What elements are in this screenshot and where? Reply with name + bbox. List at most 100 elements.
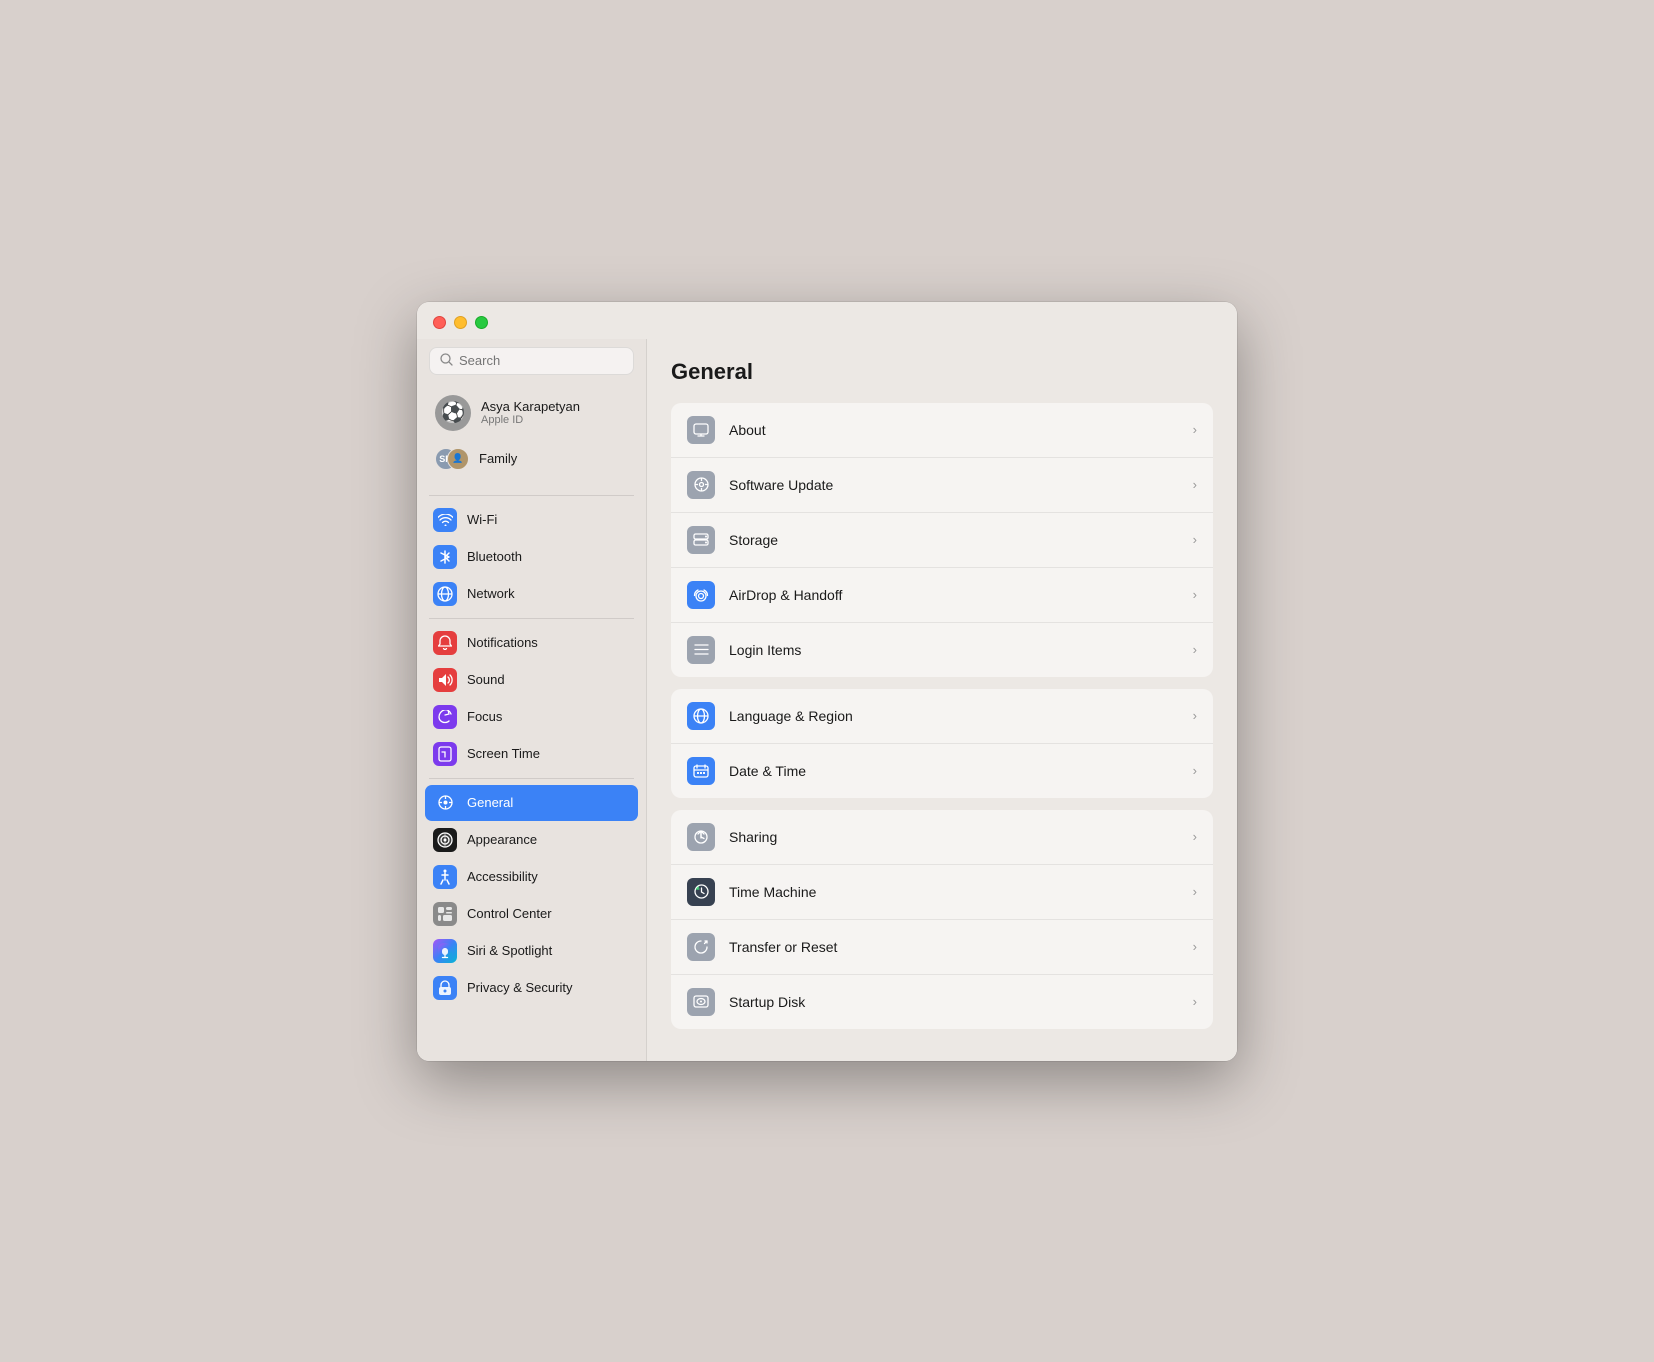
datetime-chevron: › xyxy=(1193,763,1197,778)
divider-3 xyxy=(429,778,634,779)
user-name: Asya Karapetyan xyxy=(481,399,580,414)
avatar: ⚽ xyxy=(435,395,471,431)
software-update-icon xyxy=(687,471,715,499)
sidebar-item-general[interactable]: General xyxy=(425,785,638,821)
login-items-label: Login Items xyxy=(729,642,1179,658)
language-label: Language & Region xyxy=(729,708,1179,724)
datetime-icon xyxy=(687,757,715,785)
airdrop-icon xyxy=(687,581,715,609)
time-machine-label: Time Machine xyxy=(729,884,1179,900)
settings-row-timemachine[interactable]: Time Machine › xyxy=(671,865,1213,920)
privacy-icon xyxy=(433,976,457,1000)
accessibility-icon xyxy=(433,865,457,889)
software-chevron: › xyxy=(1193,477,1197,492)
wifi-icon xyxy=(433,508,457,532)
divider-1 xyxy=(429,495,634,496)
sound-icon xyxy=(433,668,457,692)
search-input[interactable] xyxy=(459,353,623,368)
family-label: Family xyxy=(479,451,517,466)
sidebar-item-label-appearance: Appearance xyxy=(467,832,537,847)
user-subtitle: Apple ID xyxy=(481,414,580,426)
settings-row-transfer[interactable]: Transfer or Reset › xyxy=(671,920,1213,975)
sidebar-item-label-screentime: Screen Time xyxy=(467,746,540,761)
close-button[interactable] xyxy=(433,316,446,329)
page-title: General xyxy=(671,359,1213,385)
startup-chevron: › xyxy=(1193,994,1197,1009)
time-machine-icon xyxy=(687,878,715,906)
user-account-item[interactable]: ⚽ Asya Karapetyan Apple ID xyxy=(429,391,634,435)
sidebar-group-alerts: Notifications Sound xyxy=(417,625,646,772)
appearance-icon xyxy=(433,828,457,852)
airdrop-label: AirDrop & Handoff xyxy=(729,587,1179,603)
about-icon xyxy=(687,416,715,444)
sidebar-item-label-network: Network xyxy=(467,586,515,601)
settings-group-2: Language & Region › xyxy=(671,689,1213,798)
storage-chevron: › xyxy=(1193,532,1197,547)
divider-2 xyxy=(429,618,634,619)
sidebar-group-connectivity: Wi-Fi Bluetooth xyxy=(417,502,646,612)
network-icon xyxy=(433,582,457,606)
sidebar-item-notifications[interactable]: Notifications xyxy=(425,625,638,661)
language-chevron: › xyxy=(1193,708,1197,723)
sidebar-item-siri[interactable]: Siri & Spotlight xyxy=(425,933,638,969)
titlebar xyxy=(417,302,1237,339)
settings-row-datetime[interactable]: Date & Time › xyxy=(671,744,1213,798)
sharing-chevron: › xyxy=(1193,829,1197,844)
sidebar-item-controlcenter[interactable]: Control Center xyxy=(425,896,638,932)
sidebar-item-label-accessibility: Accessibility xyxy=(467,869,538,884)
settings-row-startup[interactable]: Startup Disk › xyxy=(671,975,1213,1029)
sidebar-item-privacy[interactable]: Privacy & Security xyxy=(425,970,638,1006)
maximize-button[interactable] xyxy=(475,316,488,329)
sidebar-item-label-notifications: Notifications xyxy=(467,635,538,650)
sidebar-item-label-siri: Siri & Spotlight xyxy=(467,943,552,958)
sidebar-item-focus[interactable]: Focus xyxy=(425,699,638,735)
sidebar-item-label-privacy: Privacy & Security xyxy=(467,980,572,995)
sidebar-item-bluetooth[interactable]: Bluetooth xyxy=(425,539,638,575)
transfer-icon xyxy=(687,933,715,961)
transfer-chevron: › xyxy=(1193,939,1197,954)
screentime-icon xyxy=(433,742,457,766)
settings-row-about[interactable]: About › xyxy=(671,403,1213,458)
login-chevron: › xyxy=(1193,642,1197,657)
sidebar-item-accessibility[interactable]: Accessibility xyxy=(425,859,638,895)
bluetooth-icon xyxy=(433,545,457,569)
software-update-label: Software Update xyxy=(729,477,1179,493)
control-center-icon xyxy=(433,902,457,926)
sidebar-item-label-general: General xyxy=(467,795,513,810)
settings-row-sharing[interactable]: Sharing › xyxy=(671,810,1213,865)
focus-icon xyxy=(433,705,457,729)
settings-group-1: About › Software Update xyxy=(671,403,1213,677)
settings-row-login[interactable]: Login Items › xyxy=(671,623,1213,677)
search-icon xyxy=(440,353,453,369)
sidebar: ⚽ Asya Karapetyan Apple ID SM 👤 Family xyxy=(417,339,647,1061)
search-bar[interactable] xyxy=(429,347,634,375)
sidebar-item-screentime[interactable]: Screen Time xyxy=(425,736,638,772)
settings-row-software[interactable]: Software Update › xyxy=(671,458,1213,513)
transfer-label: Transfer or Reset xyxy=(729,939,1179,955)
startup-disk-icon xyxy=(687,988,715,1016)
startup-disk-label: Startup Disk xyxy=(729,994,1179,1010)
timemachine-chevron: › xyxy=(1193,884,1197,899)
general-icon xyxy=(433,791,457,815)
settings-row-language[interactable]: Language & Region › xyxy=(671,689,1213,744)
sidebar-item-appearance[interactable]: Appearance xyxy=(425,822,638,858)
sidebar-item-label-controlcenter: Control Center xyxy=(467,906,552,921)
language-icon xyxy=(687,702,715,730)
sidebar-item-wifi[interactable]: Wi-Fi xyxy=(425,502,638,538)
minimize-button[interactable] xyxy=(454,316,467,329)
system-preferences-window: ⚽ Asya Karapetyan Apple ID SM 👤 Family xyxy=(417,302,1237,1061)
sharing-label: Sharing xyxy=(729,829,1179,845)
sidebar-item-network[interactable]: Network xyxy=(425,576,638,612)
settings-row-storage[interactable]: Storage › xyxy=(671,513,1213,568)
sidebar-item-label-bluetooth: Bluetooth xyxy=(467,549,522,564)
sidebar-item-label-focus: Focus xyxy=(467,709,502,724)
settings-row-airdrop[interactable]: AirDrop & Handoff › xyxy=(671,568,1213,623)
family-avatars: SM 👤 xyxy=(435,445,471,473)
sidebar-group-system: General Appearance xyxy=(417,785,646,1006)
family-avatar-2: 👤 xyxy=(447,448,469,470)
about-chevron: › xyxy=(1193,422,1197,437)
main-content: General About › xyxy=(647,339,1237,1061)
family-item[interactable]: SM 👤 Family xyxy=(429,441,634,477)
sidebar-item-sound[interactable]: Sound xyxy=(425,662,638,698)
settings-group-3: Sharing › Time Machine › xyxy=(671,810,1213,1029)
